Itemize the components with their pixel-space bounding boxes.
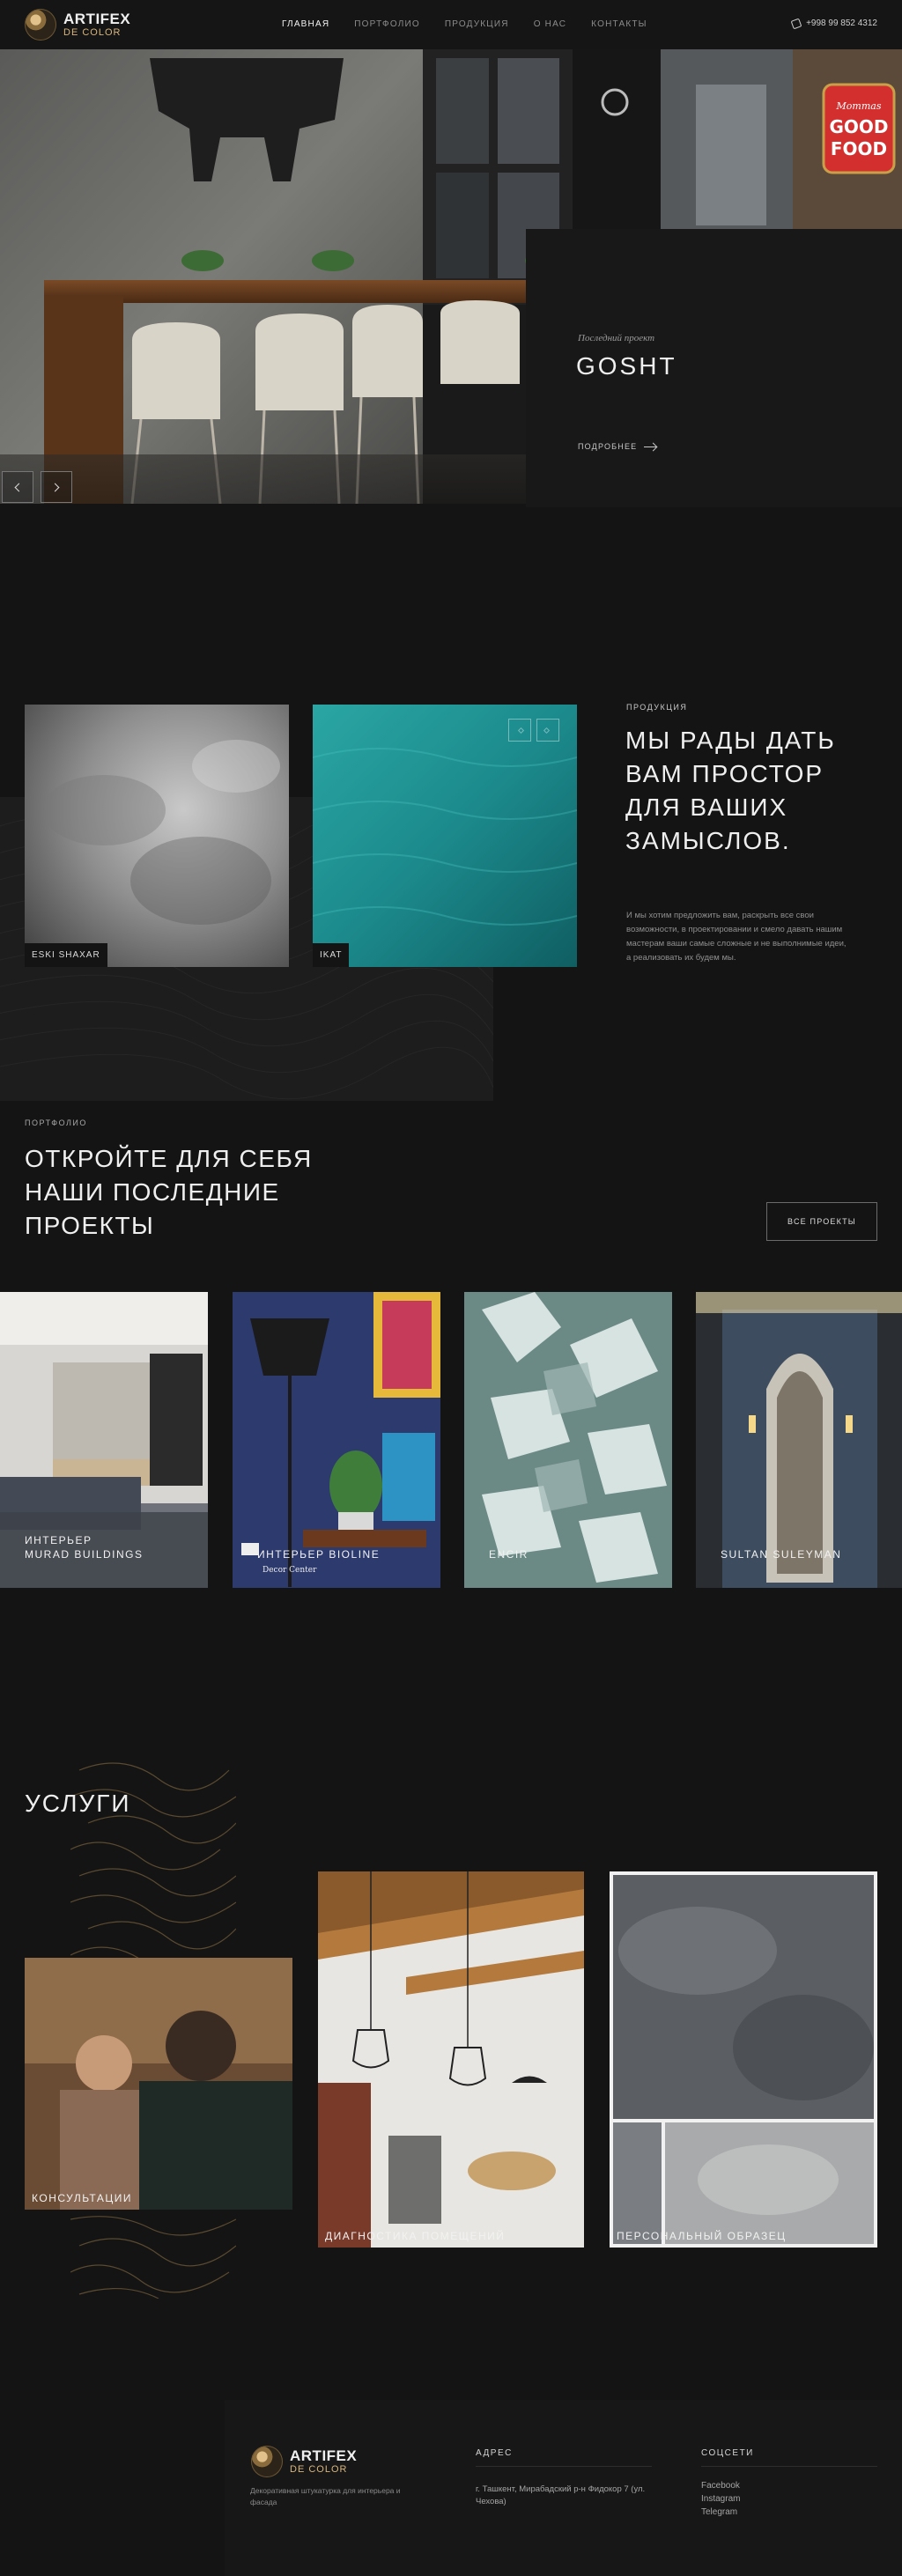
logo-line1: ARTIFEX xyxy=(63,11,131,27)
all-projects-button[interactable]: ВСЕ ПРОЕКТЫ xyxy=(766,1202,877,1241)
portfolio-image xyxy=(696,1292,902,1588)
nav-item-contacts[interactable]: КОНТАКТЫ xyxy=(591,19,647,29)
chevron-left-icon xyxy=(14,483,24,491)
portfolio-label-line1: SULTAN SULEYMAN xyxy=(721,1548,842,1561)
social-link-instagram[interactable]: Instagram xyxy=(701,2494,740,2504)
sign-text-line1: Mommas xyxy=(836,100,882,112)
header-phone[interactable]: +998 99 852 4312 xyxy=(790,18,877,29)
product-prev-button[interactable] xyxy=(508,719,531,742)
nav-item-products[interactable]: ПРОДУКЦИЯ xyxy=(445,19,509,29)
hero-title: GOSHT xyxy=(576,352,677,380)
products-description: И мы хотим предложить вам, раскрыть все … xyxy=(626,911,847,963)
logo-line2: DE COLOR xyxy=(63,27,122,38)
footer-logo-line2: DE COLOR xyxy=(290,2464,348,2475)
products-kicker: ПРОДУКЦИЯ xyxy=(626,703,688,712)
product-next-button[interactable] xyxy=(536,719,559,742)
portfolio-label-line1: ENCIR xyxy=(489,1548,529,1561)
logo-mark-icon xyxy=(25,9,56,41)
product-label: ESKI SHAXAR xyxy=(25,943,107,967)
photo-caption-text: Decor Center xyxy=(262,1566,317,1575)
nav-item-portfolio[interactable]: ПОРТФОЛИО xyxy=(354,19,420,29)
product-slider-controls xyxy=(508,719,559,742)
service-image xyxy=(25,1958,292,2210)
site-header: ARTIFEX DE COLOR ГЛАВНАЯ ПОРТФОЛИО ПРОДУ… xyxy=(0,0,902,49)
portfolio-image xyxy=(464,1292,672,1588)
service-image xyxy=(610,1871,877,2248)
portfolio-label: SULTAN SULEYMAN xyxy=(721,1547,841,1561)
service-label: ДИАГНОСТИКА ПОМЕЩЕНИЙ xyxy=(325,2230,506,2242)
portfolio-card-murad-buildings[interactable]: ИНТЕРЬЕР MURAD BUILDINGS xyxy=(0,1292,208,1588)
hero-next-button[interactable] xyxy=(41,471,72,503)
portfolio-label-line1: ИНТЕРЬЕР BIOLINE xyxy=(257,1548,381,1561)
portfolio-card-bioline[interactable]: Decor Center ИНТЕРЬЕР BIOLINE xyxy=(233,1292,440,1588)
service-card-consultations[interactable]: КОНСУЛЬТАЦИИ xyxy=(25,1958,292,2210)
service-card-diagnostics[interactable]: ДИАГНОСТИКА ПОМЕЩЕНИЙ xyxy=(318,1871,584,2248)
chevron-right-icon xyxy=(50,483,60,491)
portfolio-card-sultan-suleyman[interactable]: SULTAN SULEYMAN xyxy=(696,1292,902,1588)
service-card-personal-sample[interactable]: ПЕРСОНАЛЬНЫЙ ОБРАЗЕЦ xyxy=(610,1871,877,2248)
service-label: КОНСУЛЬТАЦИИ xyxy=(32,2192,132,2204)
footer-address-heading: АДРЕС xyxy=(476,2448,513,2458)
portfolio-label: ИНТЕРЬЕР BIOLINE xyxy=(257,1547,380,1561)
footer-logo[interactable]: ARTIFEX DE COLOR xyxy=(251,2446,357,2477)
portfolio-title: ОТКРОЙТЕ ДЛЯ СЕБЯ НАШИ ПОСЛЕДНИЕ ПРОЕКТЫ xyxy=(25,1145,313,1239)
nav-item-about[interactable]: О НАС xyxy=(534,19,566,29)
hero-prev-button[interactable] xyxy=(2,471,33,503)
social-link-telegram[interactable]: Telegram xyxy=(701,2507,740,2517)
chevron-right-icon xyxy=(543,727,551,734)
services-pattern-top xyxy=(70,1753,236,1960)
footer-social-links: Facebook Instagram Telegram xyxy=(701,2481,740,2517)
footer-description: Декоративная штукатурка для интерьера и … xyxy=(250,2486,401,2506)
portfolio-card-encir[interactable]: ENCIR xyxy=(464,1292,672,1588)
service-label: ПЕРСОНАЛЬНЫЙ ОБРАЗЕЦ xyxy=(617,2230,787,2242)
service-image xyxy=(318,1871,584,2248)
logo-mark-icon xyxy=(251,2446,283,2477)
services-pattern-bottom xyxy=(70,2211,236,2299)
product-card-ikat[interactable]: IKAT xyxy=(313,705,577,967)
nav-item-home[interactable]: ГЛАВНАЯ xyxy=(282,19,329,29)
portfolio-image: Decor Center xyxy=(233,1292,440,1588)
product-label: IKAT xyxy=(313,943,350,967)
hero-more-label: ПОДРОБНЕЕ xyxy=(578,442,638,451)
site-logo[interactable]: ARTIFEX DE COLOR xyxy=(25,9,130,41)
social-link-facebook[interactable]: Facebook xyxy=(701,2481,740,2491)
portfolio-label-line2: MURAD BUILDINGS xyxy=(25,1548,144,1561)
footer-logo-line1: ARTIFEX xyxy=(290,2447,358,2464)
product-image-ikat xyxy=(313,705,577,967)
hero-more-link[interactable]: ПОДРОБНЕЕ xyxy=(578,442,657,451)
sign-text-line3: FOOD xyxy=(831,138,887,159)
footer-social-heading: СОЦСЕТИ xyxy=(701,2448,754,2458)
product-card-eski-shaxar[interactable]: ESKI SHAXAR xyxy=(25,705,289,967)
phone-icon xyxy=(790,18,802,29)
services-title: УСЛУГИ xyxy=(25,1790,131,1817)
product-image-eski-shaxar xyxy=(25,705,289,967)
footer-divider xyxy=(476,2466,652,2467)
products-title: МЫ РАДЫ ДАТЬ ВАМ ПРОСТОР ДЛЯ ВАШИХ ЗАМЫС… xyxy=(625,727,836,854)
sign-text-line2: GOOD xyxy=(829,116,888,137)
chevron-left-icon xyxy=(517,727,525,734)
hero-kicker: Последний проект xyxy=(578,333,655,343)
footer-divider xyxy=(701,2466,877,2467)
main-nav: ГЛАВНАЯ ПОРТФОЛИО ПРОДУКЦИЯ О НАС КОНТАК… xyxy=(282,19,647,29)
portfolio-label-line1: ИНТЕРЬЕР xyxy=(25,1534,92,1546)
portfolio-label: ИНТЕРЬЕР MURAD BUILDINGS xyxy=(25,1533,144,1561)
phone-number: +998 99 852 4312 xyxy=(806,18,877,28)
portfolio-label: ENCIR xyxy=(489,1547,529,1561)
portfolio-kicker: ПОРТФОЛИО xyxy=(25,1118,87,1127)
footer-address: г. Ташкент, Мирабадский р-н Фидокор 7 (у… xyxy=(476,2484,646,2506)
